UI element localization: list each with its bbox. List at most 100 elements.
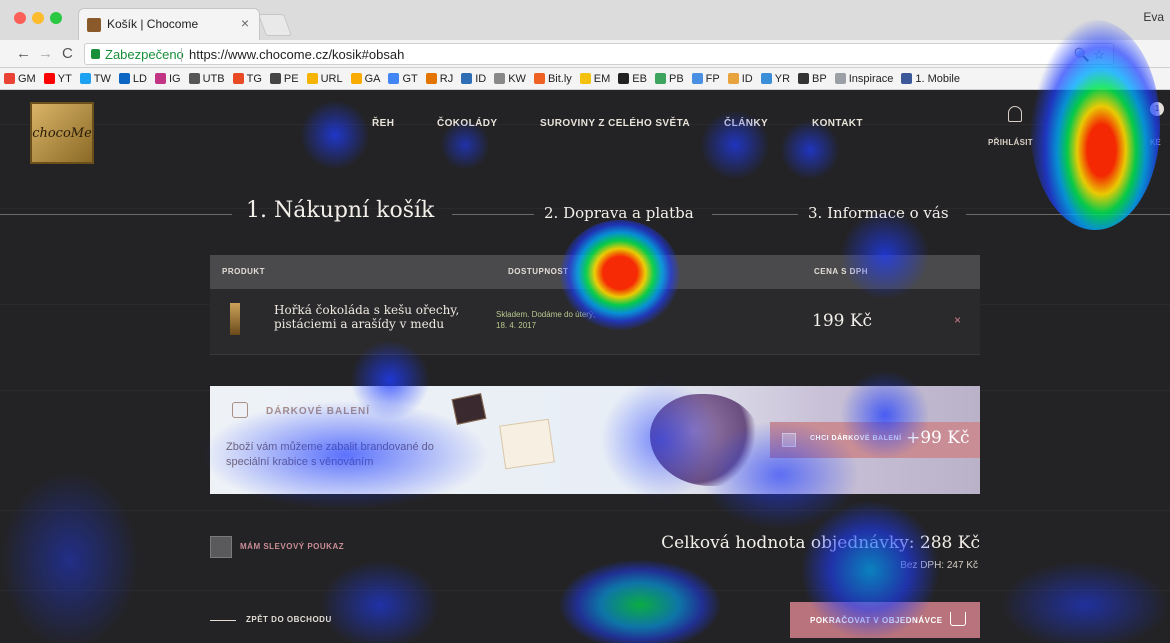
back-icon[interactable]: ← — [16, 45, 31, 62]
bookmark-item[interactable]: IG — [154, 73, 181, 85]
availability-text: Skladem. Dodáme do úterý, 18. 4. 2017 — [496, 310, 596, 330]
bookmark-item[interactable]: FP — [691, 73, 720, 85]
bookmark-label: PB — [668, 72, 684, 85]
bookmark-item[interactable]: EB — [618, 73, 647, 85]
bookmark-item[interactable]: KW — [494, 73, 526, 85]
bookmark-icon — [350, 73, 362, 84]
bookmark-item[interactable]: GM — [4, 73, 36, 85]
bookmark-item[interactable]: YT — [43, 72, 72, 85]
gift-wrap-price: +99 Kč — [906, 428, 970, 448]
bookmark-item[interactable]: BP — [798, 73, 827, 85]
chocolate-box-image — [451, 393, 487, 425]
bookmark-item[interactable]: ID — [727, 72, 753, 85]
step-divider — [712, 214, 798, 215]
user-icon[interactable] — [1008, 106, 1022, 122]
new-tab-button[interactable] — [257, 14, 293, 36]
voucher-checkbox[interactable] — [210, 536, 232, 558]
address-bar: ← → C Zabezpečeno https://www.chocome.cz… — [0, 40, 1170, 101]
tab-close-icon[interactable]: × — [241, 15, 249, 31]
nav-item-clanky[interactable]: ČLÁNKY — [724, 118, 768, 129]
header-product: PRODUKT — [222, 267, 266, 276]
header-availability: DOSTUPNOST — [508, 267, 569, 276]
reload-icon[interactable]: C — [62, 45, 73, 62]
bookmark-label: PE — [283, 72, 299, 85]
lock-icon — [91, 49, 100, 59]
product-image[interactable] — [230, 303, 240, 335]
bookmark-item[interactable]: EM — [579, 73, 610, 85]
bookmark-label: YR — [774, 72, 791, 85]
bookmark-icon — [727, 73, 739, 84]
back-arrow-icon[interactable] — [210, 620, 236, 621]
bookmark-item[interactable]: URL — [306, 72, 343, 85]
bookmark-item[interactable]: PB — [654, 72, 684, 85]
bookmark-icon — [618, 73, 630, 84]
bookmark-item[interactable]: ID — [461, 73, 486, 85]
url-separator — [181, 48, 182, 62]
step-divider — [0, 214, 232, 215]
bookmark-label: ID — [741, 72, 753, 85]
bookmark-icon — [494, 73, 506, 84]
gift-wrap-checkbox[interactable] — [782, 433, 796, 447]
bookmark-label: ID — [475, 72, 487, 85]
bookmark-item[interactable]: TW — [79, 73, 111, 85]
back-to-shop-link[interactable]: ZPĚT DO OBCHODU — [246, 615, 332, 624]
cart-count-badge[interactable]: 1 — [1150, 102, 1164, 116]
order-total: Celková hodnota objednávky: 288 Kč — [661, 533, 980, 553]
continue-order-label: POKRAČOVAT V OBJEDNÁVCE — [810, 616, 943, 625]
star-icon[interactable]: 🔍 ☆ — [1074, 47, 1105, 63]
cart-label[interactable]: KÉ — [1150, 138, 1161, 147]
bookmark-label: RJ — [439, 72, 454, 85]
bookmark-label: URL — [320, 72, 343, 85]
bookmark-label: GT — [402, 72, 418, 85]
bookmark-item[interactable]: LD — [118, 72, 147, 85]
step-shipping[interactable]: 2. Doprava a platba — [544, 204, 694, 222]
bookmark-item[interactable]: GA — [350, 73, 380, 85]
basket-icon — [950, 612, 966, 626]
bookmark-item[interactable]: 1. Mobile — [901, 73, 960, 85]
bookmark-label: Inspirace — [848, 72, 894, 85]
bookmark-label: YT — [57, 72, 72, 85]
secure-label: Zabezpečeno — [105, 47, 184, 62]
url-input[interactable]: Zabezpečeno https://www.chocome.cz/kosik… — [84, 43, 1114, 65]
gift-wrap-button[interactable]: CHCI DÁRKOVÉ BALENÍ +99 Kč — [770, 422, 980, 458]
window-minimize-icon[interactable] — [32, 12, 44, 24]
product-name[interactable]: Hořká čokoláda s kešu ořechy, pistáciemi… — [274, 303, 474, 331]
bookmark-item[interactable]: YR — [760, 72, 791, 85]
gift-box-image — [499, 418, 555, 470]
step-cart[interactable]: 1. Nákupní košík — [246, 198, 434, 223]
bookmark-icon — [760, 73, 772, 84]
bookmark-icon — [533, 73, 545, 84]
nav-item-kontakt[interactable]: KONTAKT — [812, 118, 863, 129]
continue-order-button[interactable]: POKRAČOVAT V OBJEDNÁVCE — [790, 602, 980, 638]
nav-item-cokolady[interactable]: ČOKOLÁDY — [437, 118, 497, 129]
bookmark-item[interactable]: UTB — [188, 73, 225, 85]
nav-item-suroviny[interactable]: SUROVINY Z CELÉHO SVĚTA — [540, 118, 690, 129]
bookmark-item[interactable]: TG — [232, 73, 262, 85]
voucher-label[interactable]: MÁM SLEVOVÝ POUKAZ — [240, 542, 344, 551]
step-information[interactable]: 3. Informace o vás — [808, 204, 949, 222]
remove-item-icon[interactable]: × — [954, 313, 961, 327]
bookmark-label: LD — [132, 72, 147, 85]
login-label[interactable]: PŘIHLÁSIT — [988, 138, 1033, 147]
browser-tab[interactable]: Košík | Chocome × — [78, 8, 260, 40]
chocome-logo[interactable]: chocoMe — [30, 102, 94, 164]
order-total-without-vat: Bez DPH: 247 Kč — [900, 560, 978, 571]
nav-item-pribeh[interactable]: ŘEH — [372, 118, 394, 129]
bookmark-item[interactable]: GT — [388, 72, 418, 85]
window-close-icon[interactable] — [14, 12, 26, 24]
bookmark-icon — [834, 73, 846, 84]
bookmark-item[interactable]: Inspirace — [834, 72, 894, 85]
bookmark-item[interactable]: RJ — [425, 72, 454, 85]
cart-row: Hořká čokoláda s kešu ořechy, pistáciemi… — [210, 289, 980, 355]
logo-text: chocoMe — [32, 125, 92, 141]
bookmark-icon — [118, 73, 130, 84]
bookmark-item[interactable]: Bit.ly — [533, 73, 572, 85]
chocome-page: chocoMe ŘEH ČOKOLÁDY SUROVINY Z CELÉHO S… — [0, 90, 1170, 643]
forward-icon[interactable]: → — [38, 45, 53, 62]
bookmark-label: 1. Mobile — [915, 72, 960, 85]
gift-description: Zboží vám můžeme zabalit brandované do s… — [226, 441, 434, 468]
window-zoom-icon[interactable] — [50, 12, 62, 24]
bookmark-item[interactable]: PE — [269, 72, 299, 85]
bookmark-label: GM — [18, 72, 36, 85]
profile-name[interactable]: Eva — [1143, 10, 1164, 24]
